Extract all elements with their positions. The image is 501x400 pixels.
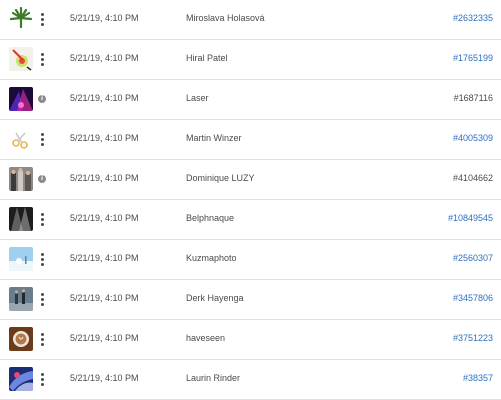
author-cell: Dominique LUZY [186,173,255,183]
blue-abstract-thumbnail [9,367,33,391]
file-id-text: #4104662 [452,173,493,183]
list-item: 5/21/19, 4:10 PM Derk Hayenga #3457806 [0,280,501,320]
more-options-icon[interactable] [37,249,47,269]
crowd-thumbnail [9,167,33,191]
winter-scene-thumbnail [9,247,33,271]
more-options-icon[interactable] [37,49,47,69]
author-cell: Miroslava Holasová [186,13,265,23]
cannabis-leaf-thumbnail [9,7,33,31]
dark-stage-thumbnail [9,207,33,231]
list-item: 5/21/19, 4:10 PM haveseen #3751223 [0,320,501,360]
list-item: 5/21/19, 4:10 PM Laurin Rinder #38357 [0,360,501,400]
file-id-text: #1687116 [453,93,493,103]
scissors-thumbnail [9,127,33,151]
list-item: 5/21/19, 4:10 PM Hiral Patel #1765199 [0,40,501,80]
author-cell: Hiral Patel [186,53,228,63]
more-options-icon[interactable] [37,9,47,29]
author-cell: Belphnaque [186,213,235,223]
list-item: 5/21/19, 4:10 PM Kuzmaphoto #2560307 [0,240,501,280]
thumbnail[interactable] [9,167,33,191]
file-id-link[interactable]: #2632335 [453,13,493,23]
list-item: 5/21/19, 4:10 PM Miroslava Holasová #263… [0,0,501,40]
more-options-icon[interactable] [37,369,47,389]
author-cell: Martin Winzer [186,133,242,143]
list-item: 5/21/19, 4:10 PM Martin Winzer #4005309 [0,120,501,160]
date-cell: 5/21/19, 4:10 PM [70,253,139,263]
info-icon[interactable]: i [38,175,46,183]
list-item: i 5/21/19, 4:10 PM Laser #1687116 [0,80,501,120]
file-id-link[interactable]: #2560307 [453,253,493,263]
date-cell: 5/21/19, 4:10 PM [70,373,139,383]
file-id-link[interactable]: #3751223 [453,333,493,343]
date-cell: 5/21/19, 4:10 PM [70,133,139,143]
thumbnail[interactable] [9,367,33,391]
file-id-link[interactable]: #1765199 [453,53,493,63]
coffee-cup-thumbnail [9,327,33,351]
file-id-link[interactable]: #4005309 [453,133,493,143]
file-id-link[interactable]: #10849545 [448,213,493,223]
thumbnail[interactable] [9,207,33,231]
author-cell: Kuzmaphoto [186,253,237,263]
file-id-link[interactable]: #3457806 [453,293,493,303]
author-cell: Derk Hayenga [186,293,244,303]
author-cell: haveseen [186,333,226,343]
laser-lights-thumbnail [9,87,33,111]
thumbnail[interactable] [9,287,33,311]
author-cell: Laurin Rinder [186,373,241,383]
thumbnail[interactable] [9,87,33,111]
date-cell: 5/21/19, 4:10 PM [70,53,139,63]
thumbnail[interactable] [9,47,33,71]
pencil-target-thumbnail [9,47,33,71]
street-people-thumbnail [9,287,33,311]
date-cell: 5/21/19, 4:10 PM [70,93,139,103]
thumbnail[interactable] [9,327,33,351]
thumbnail[interactable] [9,247,33,271]
more-options-icon[interactable] [37,289,47,309]
date-cell: 5/21/19, 4:10 PM [70,333,139,343]
asset-history-list: 5/21/19, 4:10 PM Miroslava Holasová #263… [0,0,501,400]
list-item: i 5/21/19, 4:10 PM Dominique LUZY #41046… [0,160,501,200]
thumbnail[interactable] [9,7,33,31]
thumbnail[interactable] [9,127,33,151]
file-id-link[interactable]: #38357 [463,373,493,383]
date-cell: 5/21/19, 4:10 PM [70,13,139,23]
more-options-icon[interactable] [37,129,47,149]
author-cell: Laser [186,93,209,103]
date-cell: 5/21/19, 4:10 PM [70,173,139,183]
more-options-icon[interactable] [37,209,47,229]
date-cell: 5/21/19, 4:10 PM [70,293,139,303]
more-options-icon[interactable] [37,329,47,349]
info-icon[interactable]: i [38,95,46,103]
list-item: 5/21/19, 4:10 PM Belphnaque #10849545 [0,200,501,240]
date-cell: 5/21/19, 4:10 PM [70,213,139,223]
